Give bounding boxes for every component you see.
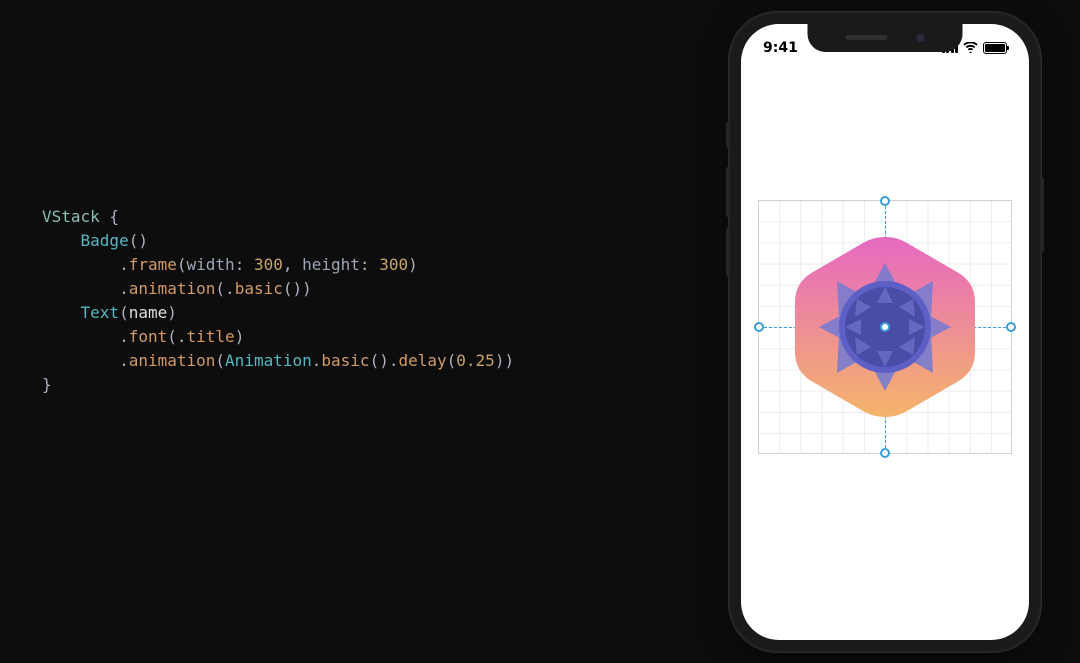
token-rparen3: ) <box>167 303 177 322</box>
token-dot3: . <box>225 279 235 298</box>
code-line-2: Badge() <box>42 229 720 253</box>
wifi-icon <box>963 42 978 53</box>
code-line-6: .font(.title) <box>42 325 720 349</box>
phone-volume-up <box>726 167 729 217</box>
notch-camera <box>915 33 925 43</box>
token-colon2: : <box>360 255 379 274</box>
token-basic2: basic <box>321 351 369 370</box>
guide-handle-right[interactable] <box>1006 322 1016 332</box>
token-rparen: ) <box>408 255 418 274</box>
token-delay-val: 0.25 <box>456 351 495 370</box>
token-lparen6: ( <box>447 351 457 370</box>
preview-canvas[interactable] <box>758 200 1012 454</box>
token-rparen6: ) <box>504 351 514 370</box>
token-basic: basic <box>235 279 283 298</box>
token-lparen2: ( <box>215 279 225 298</box>
token-dot4: . <box>119 327 129 346</box>
token-width-label: width <box>187 255 235 274</box>
notch-speaker <box>845 35 887 40</box>
code-line-3: .frame(width: 300, height: 300) <box>42 253 720 277</box>
code-line-1: VStack { <box>42 205 720 229</box>
token-animation: animation <box>129 279 216 298</box>
token-text: Text <box>81 303 120 322</box>
code-line-7: .animation(Animation.basic().delay(0.25)… <box>42 349 720 373</box>
status-time: 9:41 <box>763 40 798 56</box>
token-dot5: . <box>177 327 187 346</box>
token-parens2: () <box>283 279 302 298</box>
token-animation-type: Animation <box>225 351 312 370</box>
code-line-5: Text(name) <box>42 301 720 325</box>
token-rparen4: ) <box>235 327 245 346</box>
token-height-val: 300 <box>379 255 408 274</box>
phone-preview-wrapper: 9:41 <box>720 0 1050 663</box>
token-parens3: () <box>370 351 389 370</box>
phone-screen: 9:41 <box>741 24 1029 640</box>
guide-handle-bottom[interactable] <box>880 448 890 458</box>
token-comma: , <box>283 255 302 274</box>
token-lparen5: ( <box>215 351 225 370</box>
token-rparen2: ) <box>302 279 312 298</box>
token-delay: delay <box>398 351 446 370</box>
token-width-val: 300 <box>254 255 283 274</box>
token-dot6: . <box>119 351 129 370</box>
code-editor: VStack { Badge() .frame(width: 300, heig… <box>0 145 720 397</box>
token-rparen5: ) <box>495 351 505 370</box>
token-animation2: animation <box>129 351 216 370</box>
token-rbrace: } <box>42 375 52 394</box>
phone-power-button <box>1041 177 1044 252</box>
battery-icon <box>983 42 1007 54</box>
token-dot: . <box>119 255 129 274</box>
token-colon: : <box>235 255 254 274</box>
guide-handle-top[interactable] <box>880 196 890 206</box>
token-lparen: ( <box>177 255 187 274</box>
phone-silence-switch <box>726 122 729 148</box>
token-height-label: height <box>302 255 360 274</box>
token-name-var: name <box>129 303 168 322</box>
token-badge: Badge <box>81 231 129 250</box>
token-lparen3: ( <box>119 303 129 322</box>
phone-volume-down <box>726 227 729 277</box>
token-parens: () <box>129 231 148 250</box>
token-lbrace: { <box>100 207 119 226</box>
token-frame: frame <box>129 255 177 274</box>
token-vstack: VStack <box>42 207 100 226</box>
token-dot7: . <box>312 351 322 370</box>
token-lparen4: ( <box>167 327 177 346</box>
iphone-mockup: 9:41 <box>729 12 1041 652</box>
guide-handle-center[interactable] <box>880 322 890 332</box>
code-line-4: .animation(.basic()) <box>42 277 720 301</box>
token-font: font <box>129 327 168 346</box>
phone-notch <box>808 24 963 52</box>
guide-handle-left[interactable] <box>754 322 764 332</box>
token-dot2: . <box>119 279 129 298</box>
token-title: title <box>187 327 235 346</box>
code-line-8: } <box>42 373 720 397</box>
